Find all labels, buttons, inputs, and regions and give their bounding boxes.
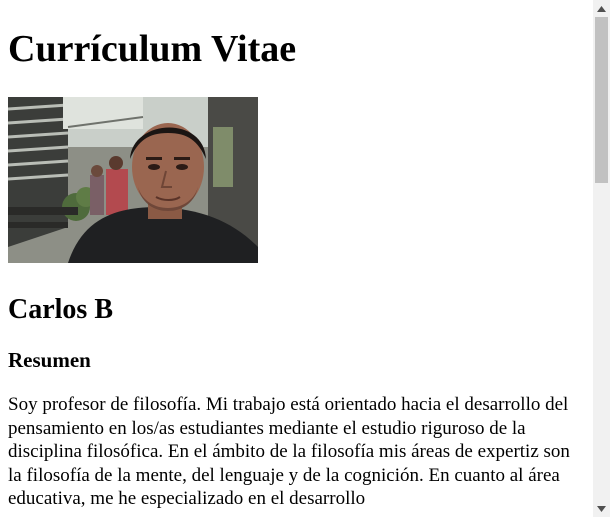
scroll-up-arrow-icon[interactable] [593, 0, 610, 17]
summary-text: Soy profesor de filosofía. Mi trabajo es… [8, 394, 570, 509]
person-name: Carlos B [8, 294, 113, 325]
profile-photo-image [8, 97, 258, 263]
scrollbar-thumb[interactable] [595, 17, 608, 183]
summary-heading: Resumen [8, 348, 91, 372]
page-viewport: Currículum Vitae Carlos B Resumen Soy pr… [0, 0, 593, 517]
page-content: Currículum Vitae Carlos B Resumen Soy pr… [8, 0, 583, 511]
page-title: Currículum Vitae [8, 28, 297, 70]
vertical-scrollbar[interactable] [593, 0, 610, 517]
profile-photo [8, 97, 258, 263]
scroll-down-arrow-icon[interactable] [593, 500, 610, 517]
